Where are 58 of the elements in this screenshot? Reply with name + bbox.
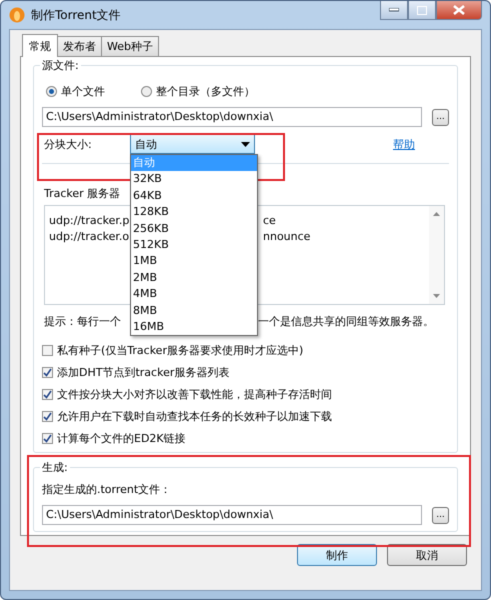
- checkbox-label: 允许用户在下载时自动查找本任务的长效种子以加速下载: [57, 409, 332, 424]
- group-legend: 生成:: [40, 460, 70, 475]
- radio-label: 整个目录（多文件）: [156, 84, 255, 99]
- checkbox[interactable]: [42, 367, 53, 378]
- dropdown-option[interactable]: 32KB: [131, 171, 257, 188]
- radio-button[interactable]: [141, 86, 152, 97]
- output-path-field[interactable]: C:\Users\Administrator\Desktop\downxia\: [42, 505, 422, 525]
- minimize-icon: [389, 8, 399, 12]
- tracker-url: udp://tracker.o: [49, 230, 130, 242]
- checkbox-label: 私有种子(仅当Tracker服务器要求使用时才应选中): [57, 343, 304, 358]
- tracker-url: nnounce: [263, 230, 310, 242]
- dropdown-option[interactable]: 4MB: [131, 286, 257, 303]
- dropdown-option[interactable]: 256KB: [131, 220, 257, 237]
- maximize-icon: [417, 6, 427, 14]
- maximize-button[interactable]: [408, 1, 436, 20]
- close-icon: [453, 5, 465, 15]
- checkbox-label: 添加DHT节点到tracker服务器列表: [57, 365, 230, 380]
- window-title: 制作Torrent文件: [31, 6, 121, 24]
- output-label: 指定生成的.torrent文件：: [42, 482, 172, 497]
- checkbox-label: 文件按分块大小对齐以改善下载性能，提高种子存活时间: [57, 387, 332, 402]
- tab[interactable]: 常规: [22, 34, 58, 57]
- help-link[interactable]: 帮助: [393, 136, 415, 152]
- minimize-button[interactable]: [380, 1, 408, 20]
- block-size-dropdown[interactable]: 自动: [130, 134, 255, 154]
- checkbox[interactable]: [42, 411, 53, 422]
- block-size-label: 分块大小:: [43, 136, 93, 152]
- dropdown-option[interactable]: 2MB: [131, 270, 257, 286]
- dialog-button[interactable]: 取消: [387, 544, 467, 566]
- browse-button[interactable]: ...: [432, 108, 449, 126]
- dropdown-option[interactable]: 16MB: [131, 318, 257, 336]
- hint-text: 一个是信息共享的同组等效服务器。: [258, 314, 434, 329]
- dropdown-option[interactable]: 128KB: [131, 204, 257, 221]
- checkbox[interactable]: [42, 389, 53, 400]
- checkbox[interactable]: [42, 433, 53, 444]
- caret-icon: [241, 142, 250, 146]
- scrollbar[interactable]: [429, 206, 444, 304]
- scroll-up-icon[interactable]: [433, 212, 440, 216]
- tab[interactable]: Web种子: [101, 36, 159, 56]
- radio-label: 单个文件: [61, 84, 105, 99]
- tracker-label: Tracker 服务器: [44, 186, 120, 201]
- path-field[interactable]: C:\Users\Administrator\Desktop\downxia\: [42, 107, 422, 127]
- checkbox[interactable]: [42, 345, 53, 356]
- dropdown-option[interactable]: 8MB: [131, 302, 257, 319]
- dropdown-option[interactable]: 512KB: [131, 236, 257, 254]
- tracker-url: ce: [263, 214, 276, 226]
- dialog-button[interactable]: 制作: [297, 544, 377, 566]
- app-icon: [9, 7, 25, 23]
- browse-button[interactable]: ...: [432, 506, 449, 524]
- scroll-down-icon[interactable]: [433, 294, 440, 298]
- close-button[interactable]: [436, 1, 482, 20]
- radio-button[interactable]: [46, 86, 57, 97]
- checkbox-label: 计算每个文件的ED2K链接: [57, 431, 186, 446]
- dropdown-option[interactable]: 1MB: [131, 253, 257, 270]
- dropdown-option[interactable]: 64KB: [131, 188, 257, 204]
- tab[interactable]: 发布者: [57, 36, 102, 56]
- group-legend: 源文件:: [40, 58, 81, 73]
- hint-text: 提示：每行一个: [44, 314, 122, 329]
- tracker-url: udp://tracker.p: [49, 214, 130, 226]
